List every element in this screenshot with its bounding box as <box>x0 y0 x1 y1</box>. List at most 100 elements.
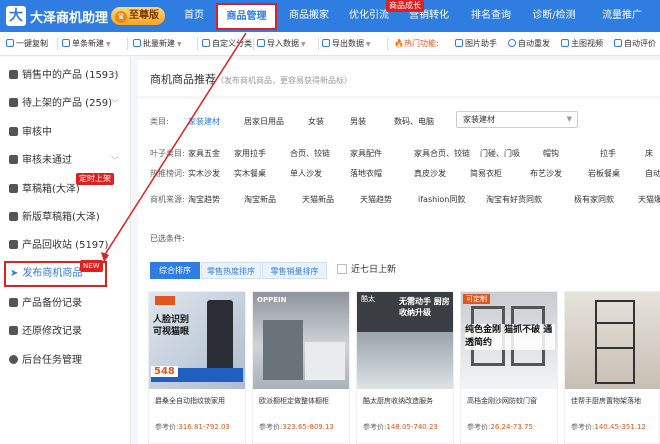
custom-category-button[interactable]: 自定义分类 <box>202 32 252 56</box>
crown-icon: ♛ <box>115 11 127 23</box>
plus-circle-icon <box>133 39 141 47</box>
sidebar-item-new-drafts[interactable]: 新版草稿箱(大泽) <box>0 205 131 231</box>
nav-product-management[interactable]: 商品管理 <box>216 3 277 30</box>
nav-traffic-promotion[interactable]: 流量推广 <box>590 0 654 32</box>
filter-option[interactable]: 帽钩 <box>543 148 559 159</box>
custom-tag: 可定制 <box>463 294 490 304</box>
filter-option[interactable]: 天猫爆品 <box>638 194 660 205</box>
sidebar-item-tasks[interactable]: 后台任务管理 <box>0 348 131 374</box>
sidebar-item-restore[interactable]: 还原修改记录 <box>0 319 131 345</box>
filter-option[interactable]: 居家日用品 <box>244 116 284 127</box>
image-helper-button[interactable]: 图片助手 <box>455 32 497 56</box>
auto-review-label: 自动评价 <box>624 39 656 48</box>
filter-option[interactable]: 淘宝新品 <box>244 194 276 205</box>
filter-option[interactable]: 家具五金 <box>188 148 220 159</box>
vip-badge[interactable]: ♛ 至尊版 <box>111 7 165 25</box>
product-card[interactable]: 酷太 无需动手 厨房收纳升级 酷太厨房收纳改造服务 参考价:148.05-740… <box>356 291 454 444</box>
folder-icon <box>9 212 18 221</box>
filter-option[interactable]: 门碰、门吸 <box>480 148 520 159</box>
sidebar-item-recycle-bin[interactable]: 产品回收站 (5197) <box>0 233 131 259</box>
filter-option[interactable]: 实木沙发 <box>188 168 220 179</box>
nav-product-migration[interactable]: 商品搬家 <box>280 0 338 32</box>
filter-option[interactable]: ifashion同款 <box>418 194 465 205</box>
sidebar-item-pending[interactable]: 待上架的产品 (259) ﹀ <box>0 91 131 117</box>
sidebar: 销售中的产品 (1593) ﹀ 待上架的产品 (259) ﹀ 审核中 审核未通过 ﹀ … <box>0 57 131 444</box>
sidebar-item-drafts[interactable]: 草稿箱(大泽) <box>0 177 131 203</box>
sidebar-item-review-failed[interactable]: 审核未通过 ﹀ <box>0 148 131 174</box>
copy-button[interactable]: 一键复制 <box>6 32 48 56</box>
sidebar-item-label: 产品回收站 (5197) <box>22 240 109 251</box>
counter-graphic <box>305 342 345 380</box>
filter-option[interactable]: 拉手 <box>600 148 616 159</box>
audit-icon <box>9 127 18 136</box>
sidebar-item-under-review[interactable]: 审核中 <box>0 120 131 146</box>
sort-tab-retail-heat[interactable]: 零售热度排序 <box>201 262 261 279</box>
batch-create-button[interactable]: 批量新建 ▼ <box>133 32 182 57</box>
filter-option[interactable]: 淘宝有好货同款 <box>486 194 542 205</box>
product-card[interactable]: 可定制 纯色金刚 猫抓不破 通透简约 高档金刚沙网防蚊门窗 参考价:26.24-… <box>460 291 558 444</box>
filter-label: 类目: <box>150 117 169 126</box>
filter-label: 叶子类目: <box>150 149 185 158</box>
divider <box>197 38 198 50</box>
filter-option[interactable]: 单人沙发 <box>290 168 322 179</box>
export-icon <box>322 39 330 47</box>
backup-icon <box>9 298 18 307</box>
filter-option[interactable]: 淘宝趋势 <box>188 194 220 205</box>
single-create-label: 单条新建 <box>72 39 104 48</box>
sort-tab-retail-sales[interactable]: 零售销量排序 <box>262 262 327 279</box>
product-card[interactable]: 佳帮手厨房置物架落地 参考价:140.45-351.12 <box>564 291 660 444</box>
nav-diagnosis[interactable]: 诊断/检测 <box>524 0 584 32</box>
restore-icon <box>9 326 18 335</box>
filter-option[interactable]: 岩板餐桌 <box>588 168 620 179</box>
sidebar-item-on-sale[interactable]: 销售中的产品 (1593) ﹀ <box>0 63 131 89</box>
header-card: 商机商品推荐（发布商机商品，更容易获得新品标） <box>138 60 660 96</box>
filter-option[interactable]: 男装 <box>350 116 366 127</box>
product-card[interactable]: OPPEIN 欧派橱柜定做整体橱柜 参考价:323.65-809.13 <box>252 291 350 444</box>
filter-option[interactable]: 家装建材 <box>188 116 220 127</box>
image-helper-label: 图片助手 <box>465 39 497 48</box>
product-title: 高档金刚沙网防蚊门窗 <box>467 397 537 405</box>
toolbar: 一键复制 单条新建 ▼ 批量新建 ▼ 自定义分类 导入数据 ▼ 导出数据 ▼ 🔥热门功能… <box>0 32 660 56</box>
sort-tab-comprehensive[interactable]: 综合排序 <box>150 262 200 279</box>
divider <box>318 38 319 50</box>
refresh-icon <box>508 39 516 47</box>
recent-checkbox[interactable] <box>337 264 347 274</box>
auto-review-button[interactable]: 自动评价 <box>614 32 656 56</box>
filter-option[interactable]: 简易衣柜 <box>470 168 502 179</box>
filter-option[interactable]: 实木餐桌 <box>234 168 266 179</box>
filter-option[interactable]: 女装 <box>308 116 324 127</box>
auto-repost-label: 自动重发 <box>518 39 550 48</box>
nav-ranking[interactable]: 排名查询 <box>462 0 520 32</box>
single-create-button[interactable]: 单条新建 ▼ <box>62 32 111 57</box>
sidebar-item-label: 产品备份记录 <box>22 298 82 309</box>
filter-option[interactable]: 天猫新品 <box>302 194 334 205</box>
auto-repost-button[interactable]: 自动重发 <box>508 32 550 56</box>
price-label: 参考价: <box>363 423 387 431</box>
product-card[interactable]: 人脸识别 可视猫眼 548 爵桑全自动指纹锁家用 参考价:316.81-792.… <box>148 291 246 444</box>
price-value: 26.24-73.75 <box>490 423 533 431</box>
filter-option[interactable]: 家具配件 <box>350 148 382 159</box>
filter-option[interactable]: 真皮沙发 <box>414 168 446 179</box>
category-select[interactable]: 家装建材 ▼ <box>456 111 578 128</box>
filter-option[interactable]: 布艺沙发 <box>530 168 562 179</box>
filter-option[interactable]: 合页、铰链 <box>290 148 330 159</box>
filter-option[interactable]: 天猫趋势 <box>360 194 392 205</box>
import-data-button[interactable]: 导入数据 ▼ <box>257 32 306 57</box>
sidebar-item-backup[interactable]: 产品备份记录 <box>0 291 131 317</box>
export-data-button[interactable]: 导出数据 ▼ <box>322 32 371 57</box>
filter-option[interactable]: 家用拉手 <box>234 148 266 159</box>
filter-option[interactable]: 家具合页、铰链 <box>414 148 470 159</box>
chevron-down-icon: ▼ <box>301 41 306 48</box>
hot-label: 热门功能: <box>403 39 439 48</box>
filter-option[interactable]: 落地衣帽 <box>350 168 382 179</box>
main-video-button[interactable]: 主图视频 <box>561 32 603 56</box>
page-title-text: 商机商品推荐 <box>150 73 216 86</box>
fire-icon: 🔥 <box>394 39 404 48</box>
filter-option[interactable]: 床 <box>645 148 653 159</box>
filter-option[interactable]: 极有家同款 <box>574 194 614 205</box>
nav-home[interactable]: 首页 <box>174 0 214 32</box>
sidebar-item-label: 销售中的产品 (1593) <box>22 70 119 81</box>
selected-conditions: 已选条件: <box>150 233 185 244</box>
filter-option[interactable]: 数码、电脑 <box>394 116 434 127</box>
filter-option[interactable]: 自动麻 <box>645 168 660 179</box>
